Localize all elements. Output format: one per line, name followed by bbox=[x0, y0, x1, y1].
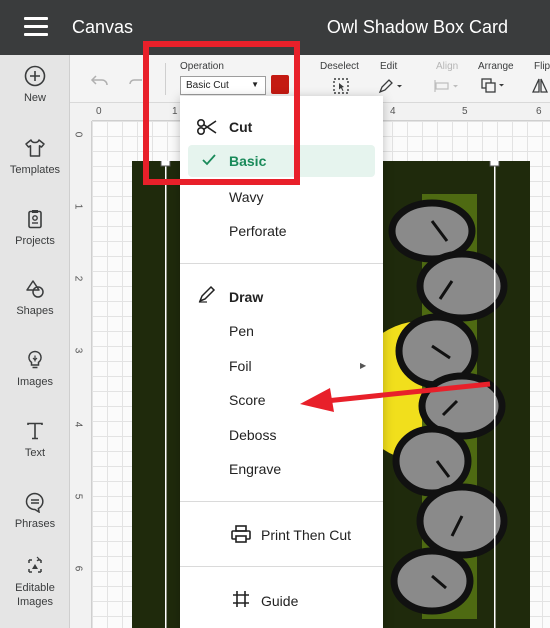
edit-label[interactable]: Edit bbox=[380, 61, 397, 72]
align-label[interactable]: Align bbox=[436, 61, 458, 72]
deselect-icon[interactable] bbox=[332, 77, 350, 95]
sidebar-item-projects[interactable]: Projects bbox=[0, 208, 70, 248]
ruler-number: 6 bbox=[72, 565, 84, 572]
ruler-number: 1 bbox=[72, 203, 84, 210]
sidebar-item-new[interactable]: New bbox=[0, 65, 70, 105]
printer-icon bbox=[231, 525, 251, 543]
undo-icon[interactable] bbox=[90, 74, 110, 88]
submenu-arrow-icon: ▶ bbox=[360, 361, 367, 370]
menu-item-perforate[interactable]: Perforate bbox=[229, 223, 287, 239]
arrange-icon[interactable] bbox=[480, 77, 506, 93]
app-title: Canvas bbox=[72, 17, 134, 37]
flip-label[interactable]: Flip bbox=[534, 61, 550, 72]
annotation-arrow-icon bbox=[300, 381, 491, 412]
sidebar-item-label-line2: Images bbox=[16, 596, 54, 608]
app-window: Canvas Owl Shadow Box Card New Templates… bbox=[0, 0, 550, 628]
sidebar-item-text[interactable]: Text bbox=[0, 420, 70, 460]
menu-divider bbox=[180, 501, 383, 502]
flip-icon[interactable] bbox=[532, 77, 548, 95]
menu-item-deboss[interactable]: Deboss bbox=[229, 427, 276, 443]
ruler-corner bbox=[70, 103, 92, 121]
sidebar-item-shapes[interactable]: Shapes bbox=[0, 278, 70, 318]
speech-bubble-icon bbox=[25, 492, 44, 513]
plus-circle-icon bbox=[24, 65, 46, 87]
sidebar-item-phrases[interactable]: Phrases bbox=[0, 491, 70, 531]
guide-grid-icon bbox=[233, 591, 249, 607]
menu-item-pen[interactable]: Pen bbox=[229, 323, 254, 339]
sidebar-item-label: Projects bbox=[15, 235, 55, 247]
vertical-ruler: 0 1 2 3 4 5 6 bbox=[70, 121, 92, 628]
ruler-number: 2 bbox=[72, 275, 84, 282]
menu-divider bbox=[180, 566, 383, 567]
menu-item-print-then-cut[interactable]: Print Then Cut bbox=[261, 527, 351, 543]
menu-item-guide[interactable]: Guide bbox=[261, 593, 298, 609]
lightbulb-icon bbox=[28, 350, 42, 369]
hamburger-menu-icon[interactable] bbox=[24, 17, 48, 39]
text-icon bbox=[27, 422, 43, 440]
sidebar-item-label: Text bbox=[24, 447, 46, 459]
sidebar-item-label: Shapes bbox=[16, 305, 54, 317]
sidebar-item-label: Phrases bbox=[14, 518, 56, 530]
sidebar-item-images[interactable]: Images bbox=[0, 349, 70, 389]
annotation-highlight-box bbox=[143, 41, 300, 185]
ruler-number: 3 bbox=[72, 347, 84, 354]
menu-item-foil[interactable]: Foil bbox=[229, 358, 252, 374]
ruler-number: 6 bbox=[536, 106, 542, 117]
arrange-label[interactable]: Arrange bbox=[478, 61, 514, 72]
pencil-icon[interactable] bbox=[378, 78, 404, 94]
ruler-number: 4 bbox=[390, 106, 396, 117]
sidebar-item-label: Images bbox=[16, 376, 54, 388]
menu-item-engrave[interactable]: Engrave bbox=[229, 461, 281, 477]
sidebar-item-label: Editable bbox=[15, 582, 55, 594]
document-title[interactable]: Owl Shadow Box Card bbox=[327, 17, 508, 38]
left-sidebar: New Templates Projects Shapes Images Tex… bbox=[0, 55, 70, 628]
ruler-number: 5 bbox=[72, 493, 84, 500]
redo-icon[interactable] bbox=[128, 74, 144, 88]
shirt-icon bbox=[25, 139, 45, 157]
align-icon[interactable] bbox=[434, 79, 460, 93]
editable-images-icon bbox=[28, 556, 42, 573]
pen-icon bbox=[198, 285, 216, 303]
shapes-icon bbox=[26, 280, 44, 298]
ruler-number: 5 bbox=[462, 106, 468, 117]
clipboard-icon bbox=[28, 210, 42, 229]
sidebar-item-label: Templates bbox=[9, 164, 61, 176]
deselect-label[interactable]: Deselect bbox=[320, 61, 359, 72]
sidebar-item-editable-images[interactable]: Editable Images bbox=[0, 555, 70, 609]
sidebar-item-templates[interactable]: Templates bbox=[0, 137, 70, 177]
menu-item-wavy[interactable]: Wavy bbox=[229, 189, 263, 205]
ruler-number: 4 bbox=[72, 421, 84, 428]
draw-heading: Draw bbox=[229, 289, 264, 305]
menu-item-score[interactable]: Score bbox=[229, 392, 266, 408]
menu-divider bbox=[180, 263, 383, 264]
ruler-number: 0 bbox=[96, 106, 102, 117]
sidebar-item-label: New bbox=[23, 92, 46, 104]
ruler-number: 0 bbox=[72, 131, 84, 138]
